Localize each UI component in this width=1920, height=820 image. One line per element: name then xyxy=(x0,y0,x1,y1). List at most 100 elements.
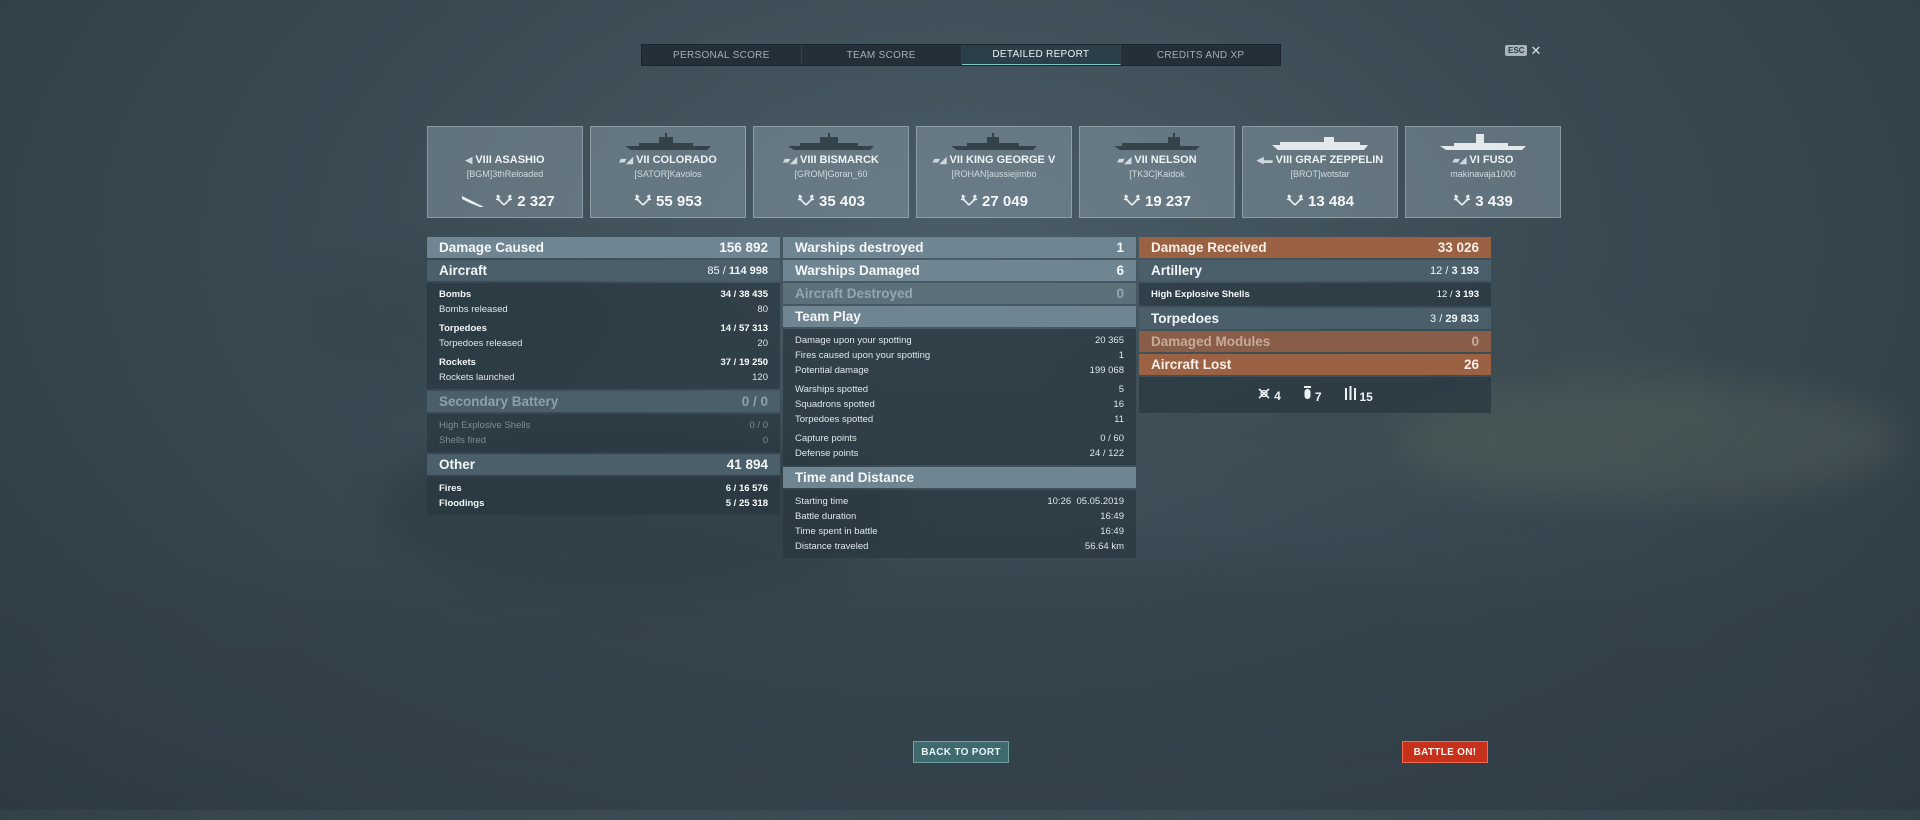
laurel-icon xyxy=(797,192,815,210)
tab-detailed-report[interactable]: DETAILED REPORT xyxy=(961,45,1122,65)
laurel-icon xyxy=(1453,192,1471,210)
stat-row: Torpedoes released 20 xyxy=(439,338,768,349)
torpedoes-header: Torpedoes 3 / 29 833 xyxy=(1139,308,1491,329)
tab-team-score[interactable]: TEAM SCORE xyxy=(802,45,962,65)
score-value: 3 439 xyxy=(1475,192,1513,210)
stat-row: High Explosive Shells 12 / 3 193 xyxy=(1151,289,1479,300)
ship-class-icon: ◀▬ xyxy=(1256,155,1273,165)
score-value: 27 049 xyxy=(982,192,1028,210)
ship-score: 27 049 xyxy=(917,192,1071,210)
header-value: 156 892 xyxy=(719,240,768,255)
rocket-icon xyxy=(1344,386,1357,404)
stat-row: Bombs released 80 xyxy=(439,304,768,315)
score-value: 55 953 xyxy=(656,192,702,210)
ship-class-icon: ▰◢ xyxy=(1452,155,1467,165)
stat-row: Bombs 34 / 38 435 xyxy=(439,289,768,300)
ship-name-text: VI FUSO xyxy=(1469,154,1514,166)
ship-name-text: VII NELSON xyxy=(1134,154,1197,166)
ship-name: ▰◢ VII NELSON xyxy=(1080,154,1234,166)
player-name: [TK3C]Kaidok xyxy=(1129,169,1185,179)
ship-silhouette-icon xyxy=(591,133,745,151)
stat-row: Warships spotted 5 xyxy=(795,384,1124,395)
header-label: Damage Caused xyxy=(439,240,545,255)
stat-row: Fires caused upon your spotting 1 xyxy=(795,350,1124,361)
ship-card[interactable]: ▰◢ VII NELSON [TK3C]Kaidok 19 237 xyxy=(1079,126,1235,218)
damaged-modules-header: Damaged Modules 0 xyxy=(1139,331,1491,352)
ship-name-text: VII KING GEORGE V xyxy=(949,154,1056,166)
laurel-icon xyxy=(1123,192,1141,210)
stat-row: Potential damage 199 068 xyxy=(795,365,1124,376)
ship-name: ▰◢ VI FUSO xyxy=(1406,154,1560,166)
laurel-icon xyxy=(1286,192,1304,210)
ship-silhouette-icon xyxy=(1243,133,1397,151)
ship-name-text: VIII GRAF ZEPPELIN xyxy=(1275,154,1384,166)
stat-row: Squadrons spotted 16 xyxy=(795,399,1124,410)
player-name: makinavaja1000 xyxy=(1450,169,1516,179)
rocket-lost: 15 xyxy=(1344,386,1373,404)
team-play-section: Damage upon your spotting 20 365 Fires ca… xyxy=(783,329,1136,465)
fighter-icon xyxy=(1257,387,1271,403)
secondary-section: High Explosive Shells 0 / 0 Shells fired 0 xyxy=(427,414,780,452)
laurel-icon xyxy=(634,192,652,210)
ship-class-icon: ▰◢ xyxy=(619,155,634,165)
stat-row: Capture points 0 / 60 xyxy=(795,433,1124,444)
bomber-lost: 7 xyxy=(1303,386,1322,404)
ship-card[interactable]: ◀ VIII ASASHIO [BGM]3thReloaded 2 327 xyxy=(427,126,583,218)
close-button[interactable]: ESC ✕ xyxy=(1505,44,1541,57)
stat-row: Time spent in battle 16:49 xyxy=(795,526,1124,537)
score-value: 2 327 xyxy=(517,192,555,210)
stat-row: Battle duration 16:49 xyxy=(795,511,1124,522)
fighter-lost: 4 xyxy=(1257,387,1281,403)
ship-class-icon: ◀ xyxy=(465,155,473,165)
damage-caused-header: Damage Caused 156 892 xyxy=(427,237,780,258)
aircraft-lost-breakdown: 4 7 15 xyxy=(1139,377,1491,413)
stat-row: High Explosive Shells 0 / 0 xyxy=(439,420,768,431)
stat-row: Torpedoes spotted 11 xyxy=(795,414,1124,425)
header-value: 85 / 114 998 xyxy=(707,264,768,277)
ship-score: 2 327 xyxy=(468,192,582,210)
ship-card[interactable]: ▰◢ VI FUSO makinavaja1000 3 439 xyxy=(1405,126,1561,218)
ship-card[interactable]: ◀▬ VIII GRAF ZEPPELIN [BROT]wotstar 13 48… xyxy=(1242,126,1398,218)
back-to-port-button[interactable]: BACK TO PORT xyxy=(913,741,1009,763)
ship-cards: ◀ VIII ASASHIO [BGM]3thReloaded 2 327 ▰◢ V… xyxy=(427,126,1561,218)
time-distance-header: Time and Distance xyxy=(783,467,1136,488)
ship-card[interactable]: ▰◢ VII COLORADO [SATOR]Kavolos 55 953 xyxy=(590,126,746,218)
ship-name: ▰◢ VII COLORADO xyxy=(591,154,745,166)
aircraft-section: Bombs 34 / 38 435 Bombs released 80 Torped… xyxy=(427,283,780,389)
ship-name: ▰◢ VII KING GEORGE V xyxy=(917,154,1071,166)
ship-card[interactable]: ▰◢ VII KING GEORGE V [ROHAN]aussiejimbo 2… xyxy=(916,126,1072,218)
player-name: [BROT]wotstar xyxy=(1290,169,1350,179)
stat-row: Fires 6 / 16 576 xyxy=(439,483,768,494)
aircraft-header: Aircraft 85 / 114 998 xyxy=(427,260,780,281)
artillery-header: Artillery 12 / 3 193 xyxy=(1139,260,1491,281)
ship-name: ◀ VIII ASASHIO xyxy=(428,154,582,166)
ship-name: ◀▬ VIII GRAF ZEPPELIN xyxy=(1243,154,1397,166)
ship-name: ▰◢ VIII BISMARCK xyxy=(754,154,908,166)
stat-row: Rockets 37 / 19 250 xyxy=(439,357,768,368)
tab-credits-and-xp[interactable]: CREDITS AND XP xyxy=(1121,45,1280,65)
ship-score: 35 403 xyxy=(754,192,908,210)
ship-name-text: VIII ASASHIO xyxy=(475,154,545,166)
ship-class-icon: ▰◢ xyxy=(1117,155,1132,165)
battle-button[interactable]: BATTLE ON! xyxy=(1402,741,1488,763)
player-name: [SATOR]Kavolos xyxy=(634,169,702,179)
warships-panel: Warships destroyed 1 Warships Damaged 6 Ai… xyxy=(783,237,1136,560)
player-name: [GROM]Goran_60 xyxy=(794,169,868,179)
score-value: 13 484 xyxy=(1308,192,1354,210)
ship-class-icon: ▰◢ xyxy=(783,155,797,165)
other-header: Other 41 894 xyxy=(427,454,780,475)
time-distance-section: Starting time 10:26 05.05.2019 Battle dur… xyxy=(783,490,1136,558)
tab-personal-score[interactable]: PERSONAL SCORE xyxy=(642,45,802,65)
score-value: 19 237 xyxy=(1145,192,1191,210)
stat-row: Shells fired 0 xyxy=(439,435,768,446)
ship-score: 3 439 xyxy=(1406,192,1560,210)
ship-name-text: VIII BISMARCK xyxy=(800,154,879,166)
ship-score: 19 237 xyxy=(1080,192,1234,210)
other-section: Fires 6 / 16 576 Floodings 5 / 25 318 xyxy=(427,477,780,515)
stat-row: Torpedoes 14 / 57 313 xyxy=(439,323,768,334)
aircraft-destroyed-header: Aircraft Destroyed 0 xyxy=(783,283,1136,304)
secondary-battery-header: Secondary Battery 0 / 0 xyxy=(427,391,780,412)
ship-card[interactable]: ▰◢ VIII BISMARCK [GROM]Goran_60 35 403 xyxy=(753,126,909,218)
artillery-section: High Explosive Shells 12 / 3 193 xyxy=(1139,283,1491,306)
ship-silhouette-icon xyxy=(754,133,908,151)
